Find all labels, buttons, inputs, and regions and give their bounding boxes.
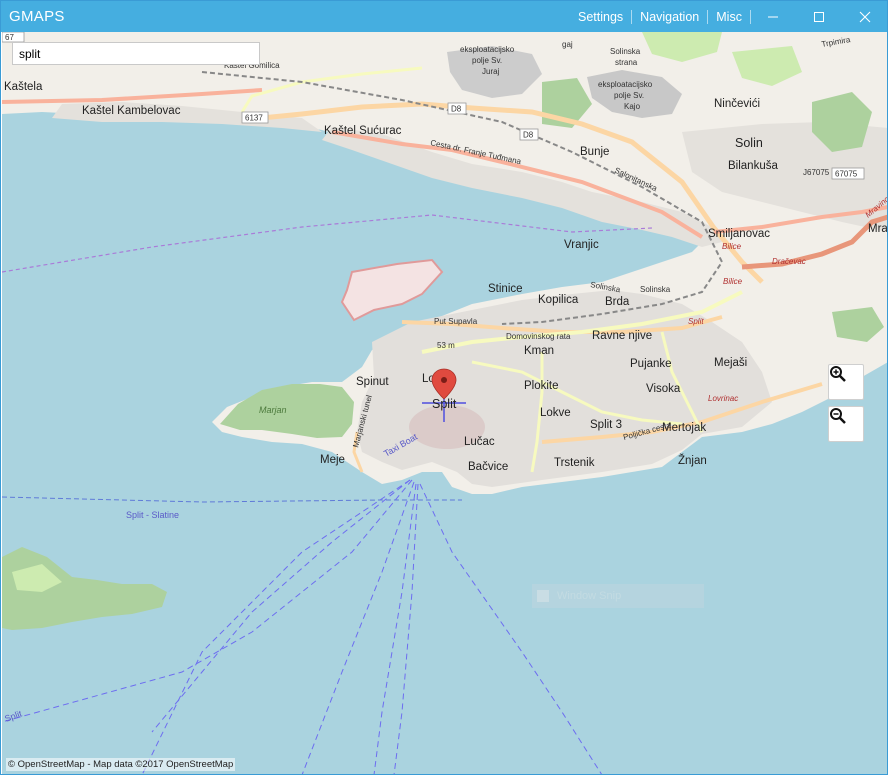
label-mra: Mra	[868, 223, 888, 235]
label-eksp2-b: polje Sv.	[614, 91, 644, 100]
label-visoka: Visoka	[646, 383, 681, 395]
label-split-slatine: Split - Slatine	[126, 510, 179, 520]
label-eksp2-c: Kajo	[624, 102, 641, 111]
label-nincevici: Ninčevići	[714, 98, 760, 110]
maximize-icon	[814, 11, 824, 22]
label-split-red: Split	[688, 317, 704, 326]
map-view[interactable]: Kaštela Kaštel Kambelovac Kaštel Sućurac…	[2, 32, 888, 775]
label-kastela: Kaštela	[4, 81, 43, 93]
menu-settings[interactable]: Settings	[570, 10, 631, 24]
label-kman: Kman	[524, 345, 554, 357]
label-ravne-njive: Ravne njive	[592, 330, 652, 342]
label-smiljanovac: Smiljanovac	[708, 228, 770, 240]
label-67: 67	[5, 33, 14, 42]
label-bilice-2: Bilice	[723, 277, 743, 286]
label-kopilica: Kopilica	[538, 294, 579, 306]
zoom-in-button[interactable]	[828, 364, 864, 400]
label-6137: 6137	[245, 114, 263, 123]
label-lovrinac: Lovrinac	[708, 394, 738, 403]
menu-navigation[interactable]: Navigation	[632, 10, 707, 24]
menu-bar: Settings Navigation Misc	[570, 1, 751, 32]
snip-label: Window Snip	[557, 590, 622, 602]
label-elevation: 53 m	[437, 341, 455, 350]
label-d8-b: D8	[523, 131, 534, 140]
label-solin: Solin	[735, 136, 763, 150]
label-plokite: Plokite	[524, 380, 559, 392]
shield-67075: 67075	[831, 167, 865, 180]
app-window: GMAPS Settings Navigation Misc Kaštela K…	[0, 0, 888, 775]
label-split3: Split 3	[590, 419, 622, 431]
label-lokve: Lokve	[540, 407, 571, 419]
title-bar: GMAPS Settings Navigation Misc	[1, 1, 887, 32]
menu-misc[interactable]: Misc	[708, 10, 750, 24]
label-bilice-1: Bilice	[722, 242, 742, 251]
label-brda: Brda	[605, 296, 630, 308]
label-bilankusa: Bilankuša	[728, 160, 778, 172]
label-lucac: Lučac	[464, 436, 495, 448]
marker-label: Split	[432, 397, 457, 411]
label-eksp2-a: eksploatacijsko	[598, 80, 653, 89]
label-eksp1-c: Juraj	[482, 67, 500, 76]
shield-67: 67	[2, 32, 25, 43]
label-supavla: Put Supavla	[434, 317, 478, 326]
label-kambelovac: Kaštel Kambelovac	[82, 105, 181, 117]
label-bunje: Bunje	[580, 146, 609, 158]
map-attribution: © OpenStreetMap - Map data ©2017 OpenStr…	[6, 758, 236, 771]
shield-6137: 6137	[241, 111, 269, 124]
maximize-button[interactable]	[796, 1, 842, 32]
label-mejasi: Mejaši	[714, 357, 747, 369]
label-vranjic: Vranjic	[564, 239, 599, 251]
label-j67075: J67075	[803, 168, 830, 177]
app-title: GMAPS	[9, 8, 65, 25]
label-eksp1-a: eksploatacijsko	[460, 45, 515, 54]
search-input[interactable]	[12, 42, 260, 65]
label-pujanke: Pujanke	[630, 358, 672, 370]
label-solinska-2: Solinska	[640, 285, 671, 294]
label-spinut: Spinut	[356, 376, 389, 388]
label-67075: 67075	[835, 170, 858, 179]
label-dracevac: Dračevac	[772, 257, 806, 266]
minimize-icon	[768, 16, 778, 17]
map-pin-dot	[441, 377, 447, 383]
label-marjan: Marjan	[259, 405, 287, 415]
label-bacvice: Bačvice	[468, 461, 508, 473]
window-snip-overlay: Window Snip	[532, 584, 704, 608]
close-icon	[859, 11, 871, 22]
label-domovinskog: Domovinskog rata	[506, 332, 571, 341]
shield-d8-a: D8	[447, 102, 467, 115]
label-solinska-a: Solinska	[610, 47, 641, 56]
zoom-in-icon	[830, 366, 846, 382]
label-gaj: gaj	[562, 40, 573, 49]
map-canvas[interactable]: Kaštela Kaštel Kambelovac Kaštel Sućurac…	[2, 32, 888, 775]
label-sucurac: Kaštel Sućurac	[324, 125, 402, 137]
zoom-out-icon	[830, 408, 846, 424]
label-solinska-b: strana	[615, 58, 638, 67]
label-trstenik: Trstenik	[554, 457, 595, 469]
label-stinice: Stinice	[488, 283, 523, 295]
close-button[interactable]	[842, 1, 887, 32]
label-d8-a: D8	[451, 105, 462, 114]
zoom-out-button[interactable]	[828, 406, 864, 442]
label-znjan: Žnjan	[678, 454, 707, 467]
snip-icon	[537, 590, 549, 602]
label-eksp1-b: polje Sv.	[472, 56, 502, 65]
shield-d8-b: D8	[519, 128, 539, 141]
minimize-button[interactable]	[750, 1, 796, 32]
label-meje: Meje	[320, 454, 345, 466]
